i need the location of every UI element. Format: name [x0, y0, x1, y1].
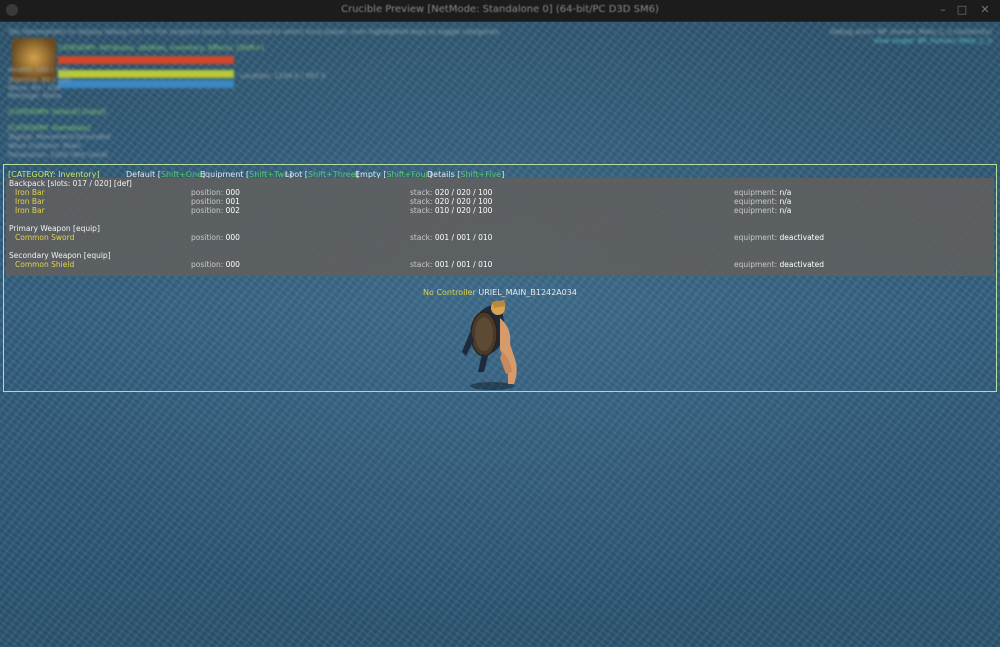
- debug-line: Health: 100 / 100: [8, 66, 70, 74]
- equipment-label: equipment:: [734, 206, 778, 215]
- item-name: Iron Bar: [15, 197, 45, 206]
- debug-line: Location: 1234.0 / 567.0: [240, 72, 326, 80]
- debug-line: Move Collision: Pawn: [8, 142, 82, 150]
- stack-value: 001 / 001 / 010: [434, 233, 493, 242]
- position-value: 000: [225, 260, 240, 269]
- debug-line: CATEGORY: Attributes, Abilities, Invento…: [58, 44, 264, 52]
- stack-label: stack:: [410, 260, 433, 269]
- stack-label: stack:: [410, 233, 433, 242]
- stack-value: 020 / 020 / 100: [434, 197, 493, 206]
- position-value: 000: [225, 233, 240, 242]
- minimize-icon[interactable]: –: [936, 3, 950, 17]
- equipment-value: n/a: [779, 206, 792, 215]
- equipment-label: equipment:: [734, 188, 778, 197]
- window-title: Crucible Preview [NetMode: Standalone 0]…: [341, 4, 659, 15]
- health-bar: [58, 56, 234, 64]
- position-label: position:: [191, 197, 224, 206]
- position-value: 001: [225, 197, 240, 206]
- debug-line: Tag/Up: Movement:Grounded: [8, 133, 111, 141]
- debug-line: Possession: 1000 (Not Used): [8, 151, 108, 159]
- stack-label: stack:: [410, 188, 433, 197]
- stack-value: 001 / 001 / 010: [434, 260, 493, 269]
- equipment-value: n/a: [779, 197, 792, 206]
- position-label: position:: [191, 260, 224, 269]
- inventory-row: Common Shield position: 000 stack: 001 /…: [6, 260, 994, 269]
- position-value: 000: [225, 188, 240, 197]
- stack-value: 010 / 020 / 100: [434, 206, 493, 215]
- player-character[interactable]: [440, 292, 540, 392]
- inventory-row: Iron Bar position: 001 stack: 020 / 020 …: [6, 197, 994, 206]
- equipment-value: n/a: [779, 188, 792, 197]
- item-name: Iron Bar: [15, 206, 45, 215]
- stack-label: stack:: [410, 206, 433, 215]
- game-viewport[interactable]: Tab (Nameplate) to display debug info fo…: [0, 22, 1000, 647]
- equipment-value: deactivated: [779, 233, 824, 242]
- item-name: Common Sword: [15, 233, 75, 242]
- maximize-icon[interactable]: □: [955, 3, 969, 17]
- position-label: position:: [191, 233, 224, 242]
- stack-label: stack:: [410, 197, 433, 206]
- equipment-label: equipment:: [734, 260, 778, 269]
- position-label: position:: [191, 188, 224, 197]
- debug-line: [CATEGORY: Gameplay]: [8, 124, 91, 132]
- debug-viewtarget-label: View target: BP_Human_Male_C_0: [873, 37, 992, 45]
- item-name: Common Shield: [15, 260, 75, 269]
- mana-bar: [58, 80, 234, 88]
- stack-value: 020 / 020 / 100: [434, 188, 493, 197]
- debug-line: [CATEGORY: Default] [Input]: [8, 108, 106, 116]
- position-label: position:: [191, 206, 224, 215]
- section-title: Backpack [slots: 017 / 020] [def]: [9, 179, 132, 188]
- inventory-row: Iron Bar position: 000 stack: 020 / 020 …: [6, 188, 994, 197]
- section-header: Backpack [slots: 017 / 020] [def]: [6, 179, 994, 188]
- section-title: Primary Weapon [equip]: [9, 224, 100, 233]
- equipment-value: deactivated: [779, 260, 824, 269]
- position-value: 002: [225, 206, 240, 215]
- item-name: Iron Bar: [15, 188, 45, 197]
- inventory-list: Backpack [slots: 017 / 020] [def] Iron B…: [6, 178, 994, 276]
- inventory-row: Iron Bar position: 002 stack: 010 / 020 …: [6, 206, 994, 215]
- debug-line: Tab (Nameplate) to display debug info fo…: [8, 28, 500, 36]
- equipment-label: equipment:: [734, 233, 778, 242]
- debug-actor-label: Debug actor: BP_Human_Male_C_0 (Authorit…: [829, 28, 992, 36]
- debug-overlay: Tab (Nameplate) to display debug info fo…: [0, 22, 1000, 162]
- debug-line: Montage: None: [8, 92, 62, 100]
- equipment-label: equipment:: [734, 197, 778, 206]
- window-titlebar: Crucible Preview [NetMode: Standalone 0]…: [0, 0, 1000, 22]
- section-title: Secondary Weapon [equip]: [9, 251, 111, 260]
- stamina-bar: [58, 70, 234, 78]
- section-header: Primary Weapon [equip]: [6, 224, 994, 233]
- close-icon[interactable]: ✕: [978, 3, 992, 17]
- inventory-row: Common Sword position: 000 stack: 001 / …: [6, 233, 994, 242]
- section-header: Secondary Weapon [equip]: [6, 251, 994, 260]
